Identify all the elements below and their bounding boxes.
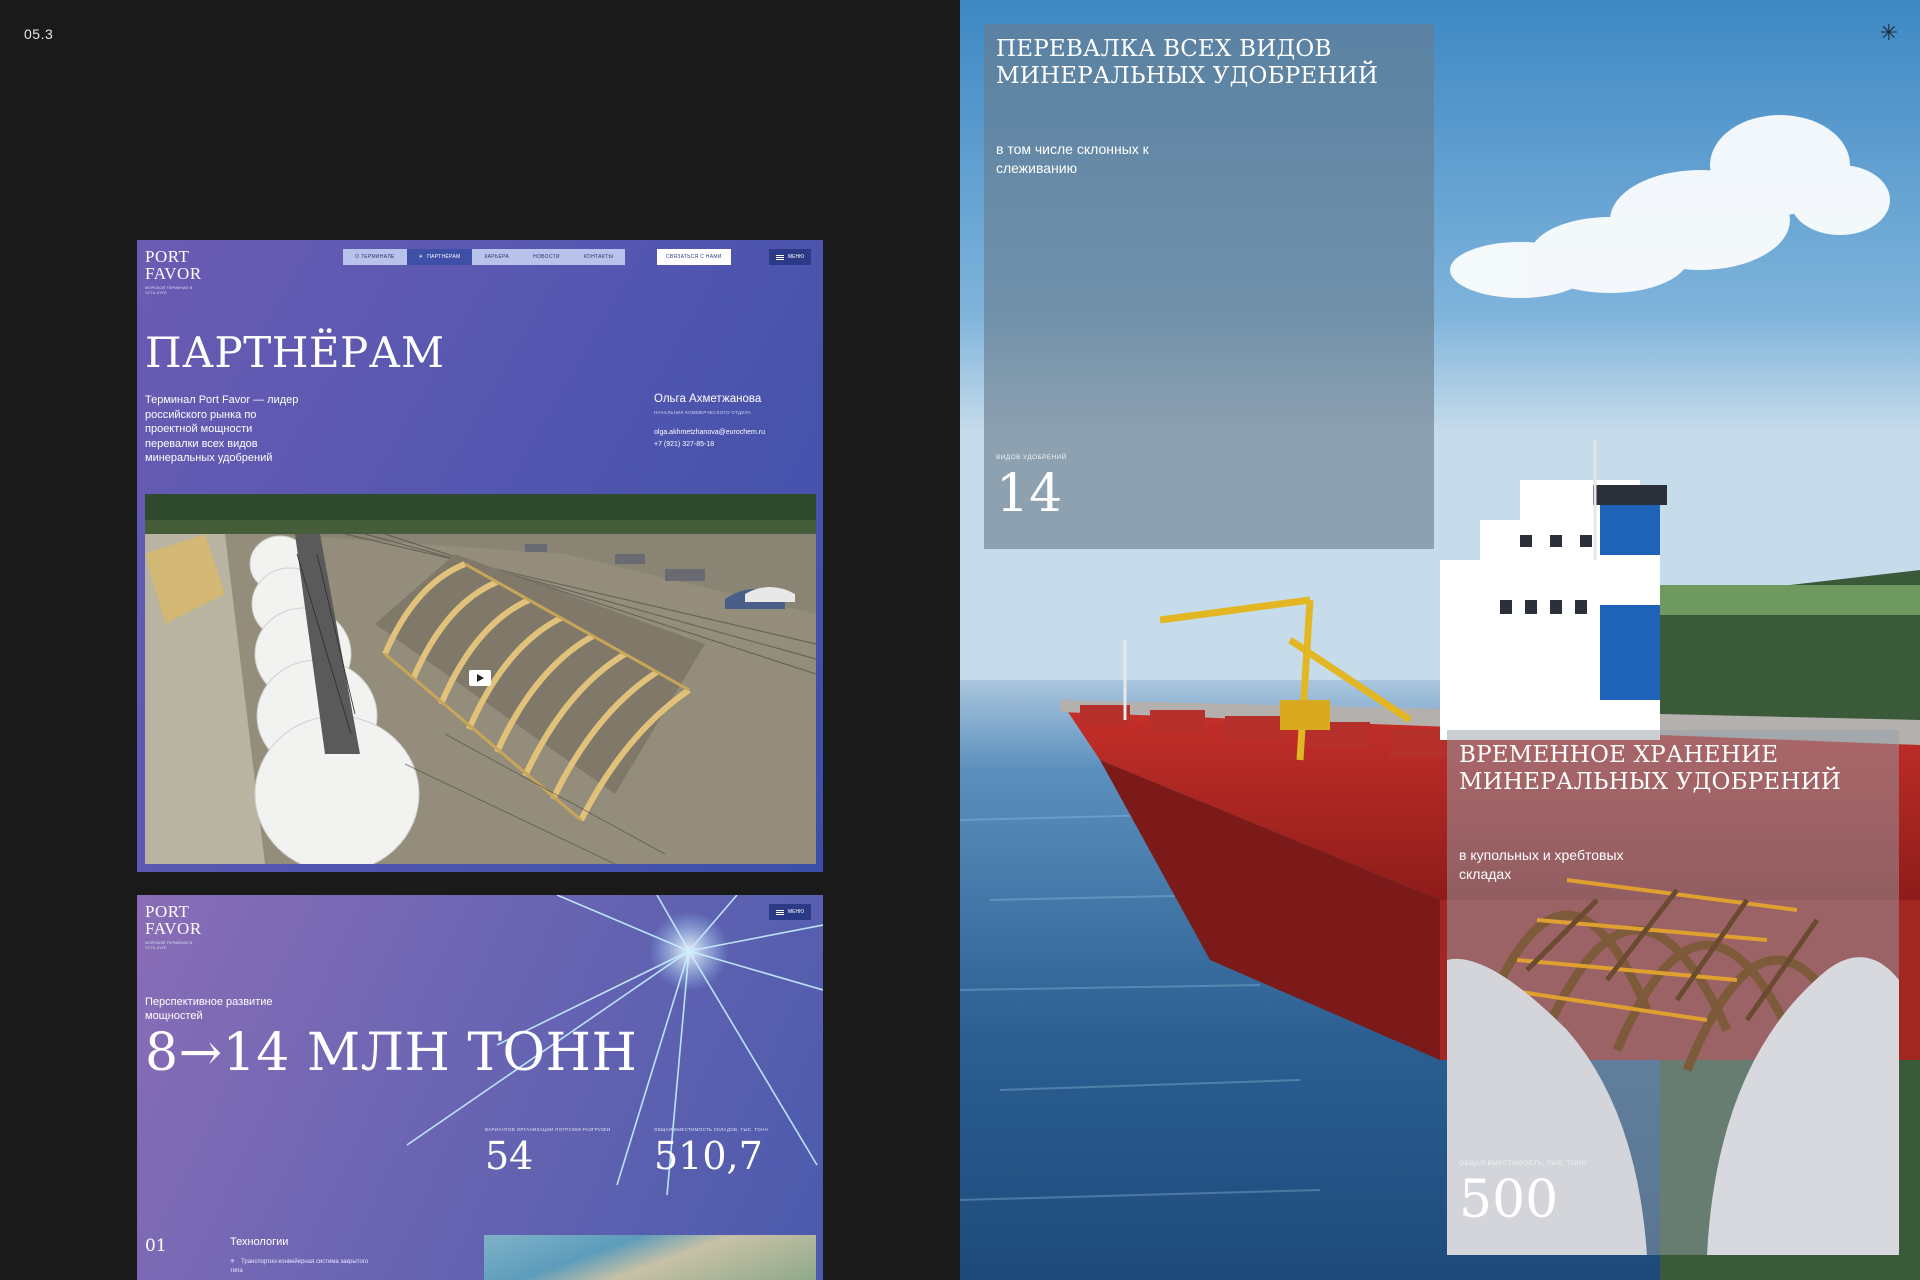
slide: 05.3 PORT FAVOR МОРСКОЙ ТЕРМИНАЛ В УСТЬ-… <box>0 0 1920 1280</box>
port-favor-logo[interactable]: PORT FAVOR МОРСКОЙ ТЕРМИНАЛ В УСТЬ-ЛУГЕ <box>145 248 205 295</box>
card-caption: ОБЩАЯ ВМЕСТИМОСТЬ, ТЫС. ТОНН <box>1459 1160 1587 1167</box>
card-value: 14 <box>996 464 1063 524</box>
menu-label: МЕНЮ <box>788 909 805 915</box>
card-value: 500 <box>1459 1170 1559 1230</box>
stat-value: 54 <box>485 1134 534 1178</box>
capacity-page-mockup: PORT FAVOR МОРСКОЙ ТЕРМИНАЛ В УСТЬ-ЛУГЕ … <box>137 895 823 1280</box>
capacity-value: 8→14 МЛН ТОНН <box>145 1023 638 1083</box>
star-icon: ✳ <box>1879 20 1898 45</box>
capacity-lead: Перспективное развитие мощностей <box>145 996 273 1022</box>
nav-label: КАРЬЕРА <box>484 254 510 260</box>
person-email[interactable]: olga.akhmetzhanova@eurochem.ru <box>654 429 765 436</box>
nav-item-career[interactable]: КАРЬЕРА <box>472 249 521 265</box>
port-favor-logo[interactable]: PORT FAVOR МОРСКОЙ ТЕРМИНАЛ В УСТЬ-ЛУГЕ <box>145 903 205 950</box>
nav-label: О ТЕРМИНАЛЕ <box>355 254 395 260</box>
nav-label: КОНТАКТЫ <box>583 254 614 260</box>
person-phone[interactable]: +7 (921) 327-85-18 <box>654 441 765 448</box>
menu-button[interactable]: МЕНЮ <box>769 904 812 920</box>
ship-panel: ✳ ПЕРЕВАЛКА ВСЕХ ВИДОВ МИНЕРАЛЬНЫХ УДОБР… <box>960 0 1920 1280</box>
section-title: Технологии <box>230 1236 289 1248</box>
nav-item-contacts[interactable]: КОНТАКТЫ <box>572 249 625 265</box>
menu-label: МЕНЮ <box>788 254 805 260</box>
person-role: НАЧАЛЬНИК КОММЕРЧЕСКОГО ОТДЕЛА <box>654 410 752 415</box>
logo-line-1: PORT <box>145 247 190 266</box>
logo-line-2: FAVOR <box>145 919 202 938</box>
technology-item: ✳ Транспортно-конвейерная система закрыто… <box>230 1258 370 1276</box>
storage-card: ВРЕМЕННОЕ ХРАНЕНИЕ МИНЕРАЛЬНЫХ УДОБРЕНИЙ… <box>1447 730 1899 1255</box>
transshipment-card: ПЕРЕВАЛКА ВСЕХ ВИДОВ МИНЕРАЛЬНЫХ УДОБРЕН… <box>984 24 1434 549</box>
section-number: 01 <box>145 1236 167 1256</box>
slide-number: 05.3 <box>24 26 54 42</box>
partners-page-mockup: PORT FAVOR МОРСКОЙ ТЕРМИНАЛ В УСТЬ-ЛУГЕ … <box>137 240 823 872</box>
logo-line-2: FAVOR <box>145 264 202 283</box>
stat-value: 510,7 <box>654 1134 763 1178</box>
card-title: ВРЕМЕННОЕ ХРАНЕНИЕ МИНЕРАЛЬНЫХ УДОБРЕНИЙ <box>1459 742 1842 795</box>
card-caption: ВИДОВ УДОБРЕНИЙ <box>996 454 1067 461</box>
nav-label: НОВОСТИ <box>533 254 560 260</box>
nav-item-partners[interactable]: ✳ ПАРТНЁРАМ <box>406 249 473 265</box>
page-lead: Терминал Port Favor — лидер российского … <box>145 394 299 464</box>
card-description: в купольных и хребтовых складах <box>1459 847 1624 882</box>
stat-caption: ВАРИАНТОВ ОРГАНИЗАЦИИ ПОГРУЗКИ-РАЗГРУЗКИ <box>485 1127 611 1132</box>
logo-subtitle: МОРСКОЙ ТЕРМИНАЛ В УСТЬ-ЛУГЕ <box>145 285 193 295</box>
card-title: ПЕРЕВАЛКА ВСЕХ ВИДОВ МИНЕРАЛЬНЫХ УДОБРЕН… <box>996 36 1379 89</box>
nav-label: ПАРТНЁРАМ <box>427 254 461 260</box>
logo-line-1: PORT <box>145 902 190 921</box>
play-icon[interactable] <box>469 670 491 686</box>
card-description: в том числе склонных к слеживанию <box>996 141 1149 176</box>
stat-loading-variants: ВАРИАНТОВ ОРГАНИЗАЦИИ ПОГРУЗКИ-РАЗГРУЗКИ… <box>485 1127 610 1178</box>
stat-caption: ОБЩАЯ ВМЕСТИМОСТЬ СКЛАДОВ, ТЫС. ТОНН <box>654 1127 769 1132</box>
nav-item-terminal[interactable]: О ТЕРМИНАЛЕ <box>343 249 407 265</box>
sparkle-icon: ✳ <box>230 1259 236 1265</box>
person-name: Ольга Ахметжанова <box>654 393 762 405</box>
technology-item-label: Транспортно-конвейерная система закрытог… <box>230 1259 369 1274</box>
stat-storage-capacity: ОБЩАЯ ВМЕСТИМОСТЬ СКЛАДОВ, ТЫС. ТОНН 510… <box>654 1127 768 1178</box>
contact-person: Ольга Ахметжанова НАЧАЛЬНИК КОММЕРЧЕСКОГ… <box>654 393 765 448</box>
nav-item-news[interactable]: НОВОСТИ <box>521 249 572 265</box>
terminal-aerial-photo[interactable] <box>145 494 816 864</box>
burger-icon <box>776 909 784 915</box>
menu-button[interactable]: МЕНЮ <box>769 249 812 265</box>
burger-icon <box>776 254 784 260</box>
light-rays-decoration <box>406 895 823 1196</box>
page-title: ПАРТНЁРАМ <box>145 328 445 377</box>
logo-subtitle: МОРСКОЙ ТЕРМИНАЛ В УСТЬ-ЛУГЕ <box>145 940 193 950</box>
sparkle-icon: ✳ <box>418 254 424 260</box>
contact-us-button[interactable]: СВЯЗАТЬСЯ С НАМИ <box>657 249 731 265</box>
coastline-photo <box>484 1235 816 1280</box>
top-nav: О ТЕРМИНАЛЕ ✳ ПАРТНЁРАМ КАРЬЕРА НОВОСТИ К… <box>343 249 626 265</box>
